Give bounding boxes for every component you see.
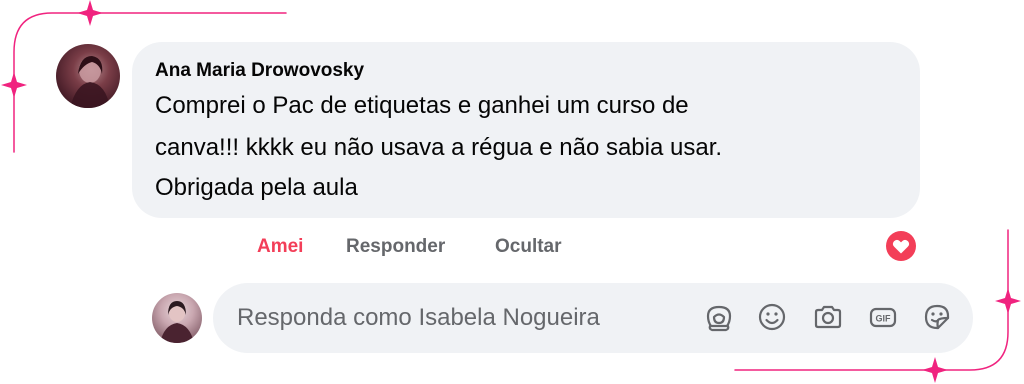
- comment-text-line: Comprei o Pac de etiquetas e ganhei um c…: [155, 92, 689, 119]
- reply-input-placeholder[interactable]: Responda como Isabela Nogueira: [237, 304, 600, 332]
- avatar-sticker-icon: [706, 305, 732, 332]
- avatar-sticker-button[interactable]: [702, 300, 736, 334]
- gif-icon: GIF: [869, 307, 897, 328]
- love-reaction-button[interactable]: Amei: [257, 236, 303, 258]
- comment-text-line: canva!!! kkkk eu não usava a régua e não…: [155, 134, 723, 161]
- comment-text-line: Obrigada pela aula: [155, 174, 358, 201]
- sticker-button[interactable]: [920, 300, 954, 334]
- sparkle-icon: [1, 72, 27, 98]
- gif-button[interactable]: GIF: [866, 300, 900, 334]
- commenter-avatar[interactable]: [56, 44, 120, 108]
- reaction-badge[interactable]: [883, 228, 919, 264]
- camera-icon: [814, 305, 842, 329]
- sparkle-icon: [922, 357, 948, 383]
- comment-author[interactable]: Ana Maria Drowovosky: [155, 60, 364, 82]
- current-user-avatar[interactable]: [152, 293, 202, 343]
- sticker-icon: [924, 304, 950, 330]
- sparkle-icon: [995, 288, 1021, 314]
- emoji-button[interactable]: [755, 300, 789, 334]
- emoji-icon: [758, 303, 786, 331]
- camera-button[interactable]: [811, 300, 845, 334]
- hide-button[interactable]: Ocultar: [495, 236, 562, 258]
- svg-text:GIF: GIF: [876, 314, 892, 324]
- reply-button[interactable]: Responder: [346, 236, 445, 258]
- sparkle-icon: [77, 0, 103, 26]
- heart-icon: [886, 231, 916, 261]
